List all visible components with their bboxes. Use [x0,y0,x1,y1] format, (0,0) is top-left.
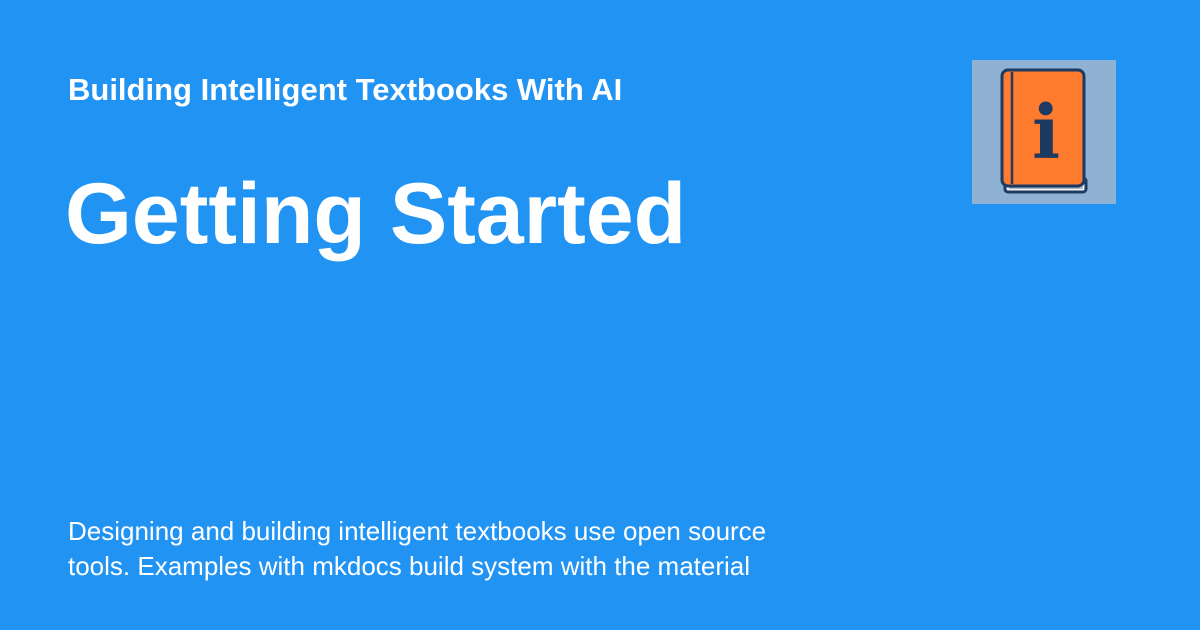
page-description: Designing and building intelligent textb… [68,516,767,581]
book-info-icon: i [972,60,1116,204]
social-card: Building Intelligent Textbooks With AI G… [0,0,1200,630]
page-title: Getting Started [65,166,687,262]
info-glyph: i [1032,90,1060,176]
site-name: Building Intelligent Textbooks With AI [68,72,623,107]
book-logo-graphic: i [972,60,1116,204]
